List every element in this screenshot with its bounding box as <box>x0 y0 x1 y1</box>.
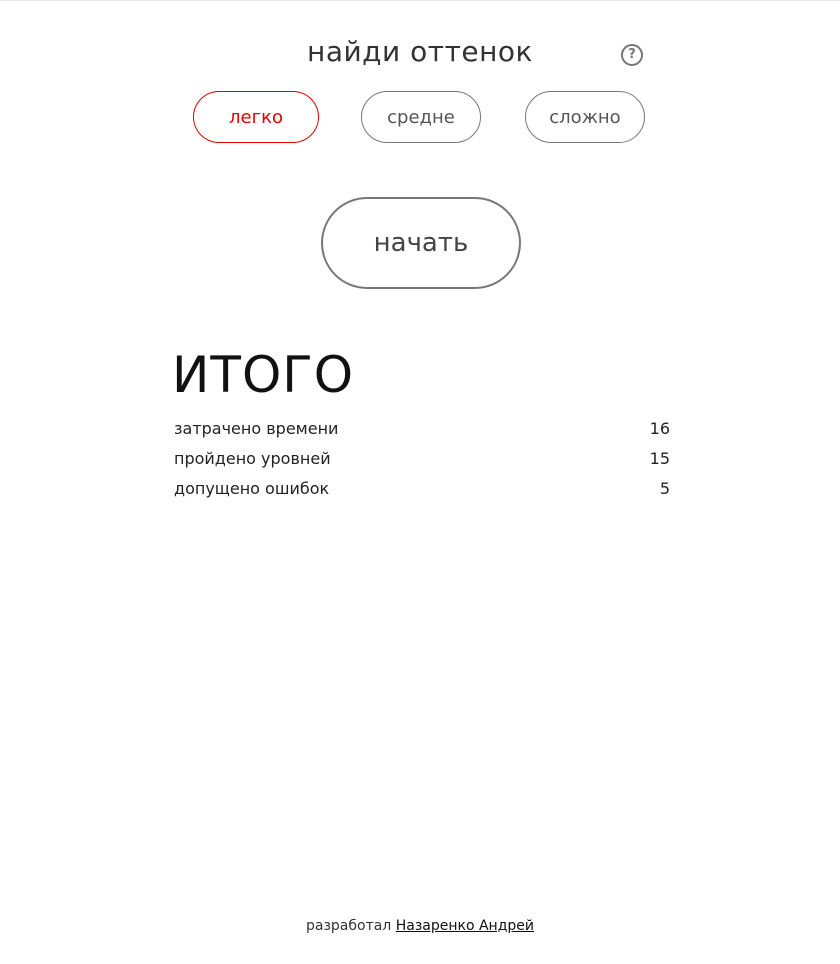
stat-row-errors-made: допущено ошибок 5 <box>174 476 670 500</box>
stat-value: 16 <box>649 418 670 438</box>
stat-label: затрачено времени <box>174 418 339 438</box>
level-medium-button[interactable]: средне <box>361 91 481 143</box>
start-button[interactable]: начать <box>321 197 521 289</box>
page-title: найди оттенок <box>307 35 533 68</box>
stat-row-time-spent: затрачено времени 16 <box>174 416 670 440</box>
start-button-label: начать <box>373 228 469 258</box>
level-hard-label: сложно <box>549 106 621 128</box>
stat-label: пройдено уровней <box>174 448 331 468</box>
stat-row-levels-passed: пройдено уровней 15 <box>174 446 670 470</box>
stat-label: допущено ошибок <box>174 478 330 498</box>
results-heading: ИТОГО <box>172 346 355 404</box>
footer: разработал Назаренко Андрей <box>0 918 840 934</box>
level-hard-button[interactable]: сложно <box>525 91 645 143</box>
help-icon[interactable]: ? <box>621 44 643 66</box>
level-easy-button[interactable]: легко <box>193 91 319 143</box>
level-medium-label: средне <box>387 106 455 128</box>
author-link[interactable]: Назаренко Андрей <box>396 918 534 934</box>
stat-value: 5 <box>659 478 670 498</box>
stat-value: 15 <box>649 448 670 468</box>
footer-credit-text: разработал <box>306 918 392 934</box>
level-easy-label: легко <box>229 106 283 128</box>
